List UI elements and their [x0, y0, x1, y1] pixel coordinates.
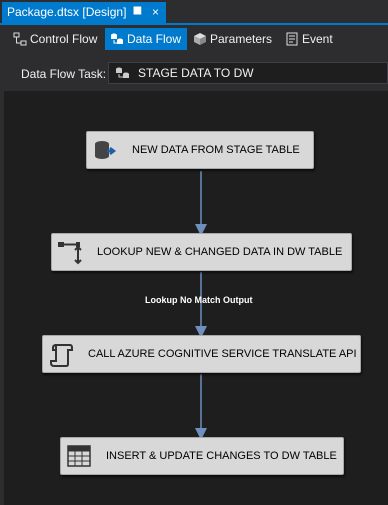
task-selector-dropdown[interactable]: STAGE DATA TO DW [108, 62, 388, 84]
close-icon[interactable]: × [152, 2, 159, 23]
flow-node-lookup[interactable]: LOOKUP NEW & CHANGED DATA IN DW TABLE [51, 233, 352, 271]
tab-label: Data Flow [127, 32, 182, 46]
data-flow-task-icon [115, 66, 131, 80]
tab-label: Control Flow [30, 32, 98, 46]
tab-underline [0, 23, 388, 25]
tab-parameters[interactable]: Parameters [188, 28, 274, 50]
document-tab[interactable]: Package.dtsx [Design] ⯀ × [2, 2, 166, 23]
flow-node-source[interactable]: NEW DATA FROM STAGE TABLE [86, 131, 314, 169]
data-flow-canvas[interactable]: NEW DATA FROM STAGE TABLE LOOKUP NEW & C… [4, 91, 388, 505]
ole-db-source-icon [92, 138, 118, 164]
event-handlers-icon [285, 32, 299, 46]
path-label: Lookup No Match Output [145, 295, 253, 305]
task-selector-value: STAGE DATA TO DW [138, 66, 254, 80]
control-flow-icon [13, 32, 27, 46]
tab-event-handlers[interactable]: Event Handlers [280, 28, 384, 68]
data-flow-icon [110, 32, 124, 46]
document-tab-title: Package.dtsx [Design] [7, 5, 127, 19]
flow-node-label: INSERT & UPDATE CHANGES TO DW TABLE [106, 450, 337, 462]
flow-node-label: LOOKUP NEW & CHANGED DATA IN DW TABLE [97, 246, 343, 258]
designer-tab-bar: Control Flow Data Flow Parameters Event [0, 26, 388, 68]
tab-label: Parameters [210, 32, 273, 46]
script-component-icon [48, 342, 74, 368]
flow-node-label: CALL AZURE COGNITIVE SERVICE TRANSLATE A… [88, 348, 357, 360]
ole-db-destination-icon [66, 444, 92, 470]
document-tab-strip: Package.dtsx [Design] ⯀ × [0, 0, 388, 23]
tab-control-flow[interactable]: Control Flow [8, 28, 98, 50]
task-selector-label: Data Flow Task: [21, 67, 107, 81]
flow-node-label: NEW DATA FROM STAGE TABLE [132, 144, 300, 156]
pin-icon[interactable]: ⯀ [133, 2, 142, 23]
parameters-icon [193, 32, 207, 46]
flow-node-script[interactable]: CALL AZURE COGNITIVE SERVICE TRANSLATE A… [42, 335, 361, 373]
flow-node-destination[interactable]: INSERT & UPDATE CHANGES TO DW TABLE [60, 437, 344, 475]
tab-data-flow[interactable]: Data Flow [105, 28, 187, 50]
lookup-icon [57, 240, 83, 266]
